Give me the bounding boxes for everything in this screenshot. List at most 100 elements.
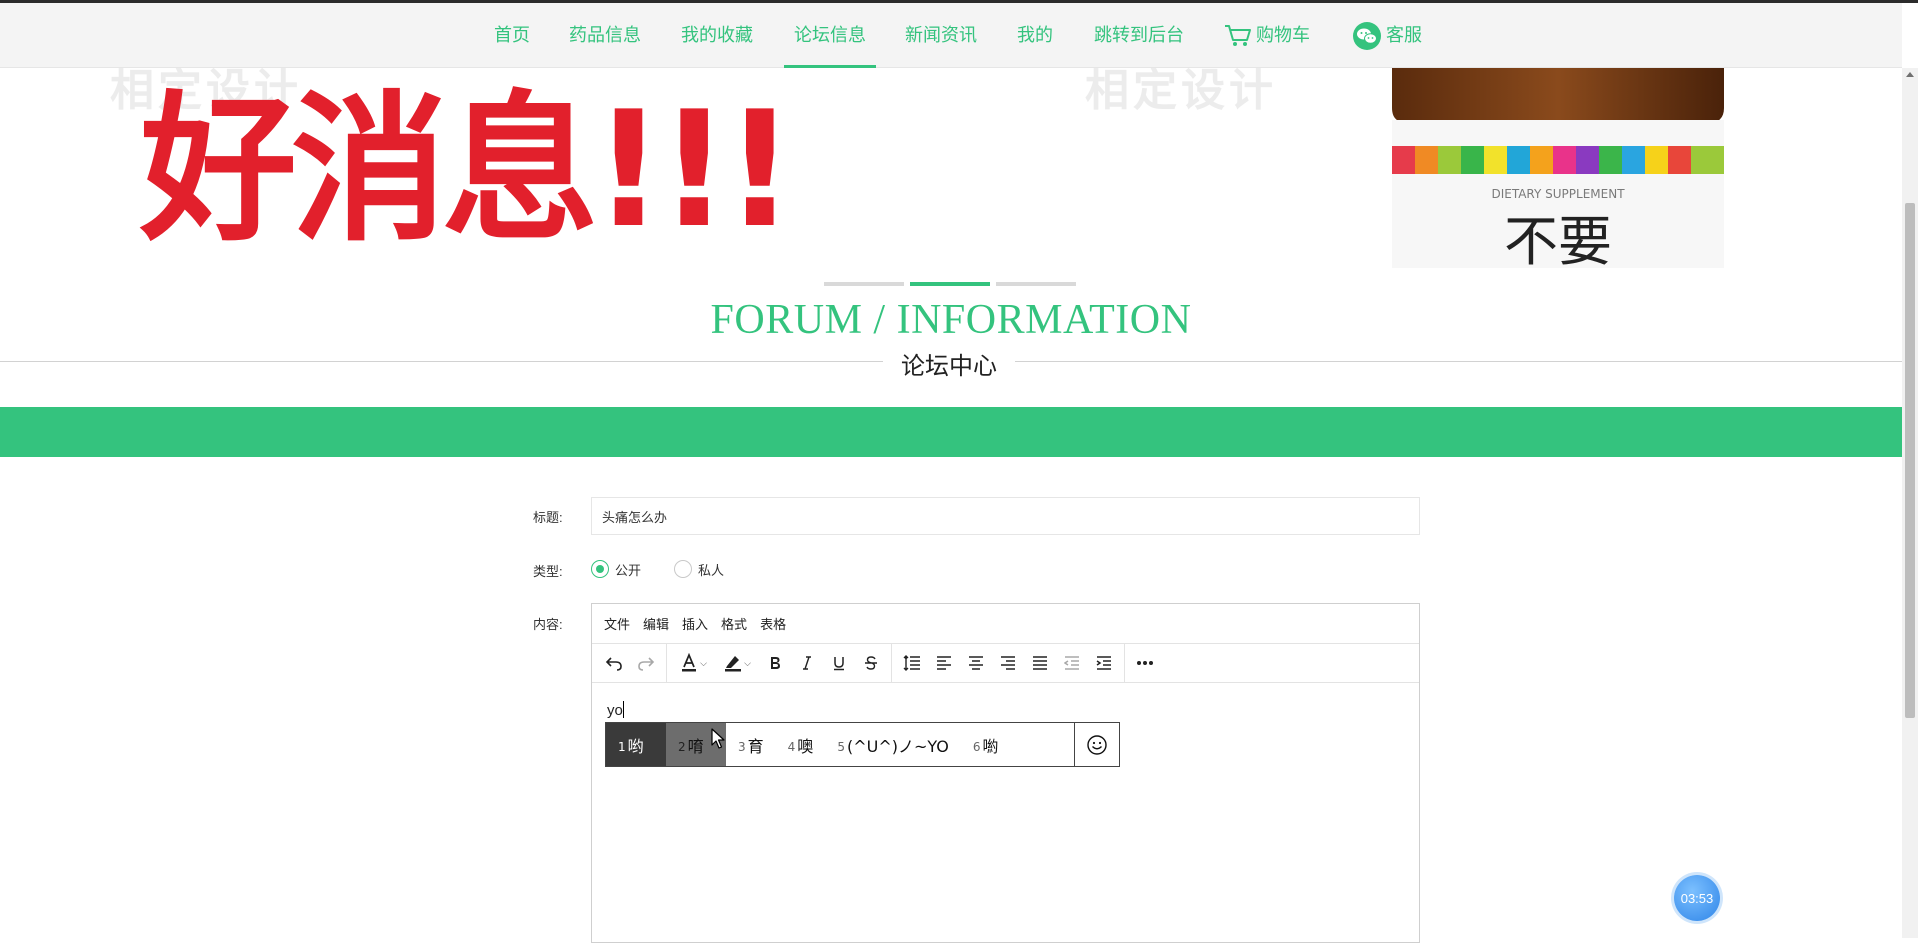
ime-candidate-text: 噢 [797,736,814,756]
ime-candidate-text: 育 [747,736,764,756]
carousel-dot-1[interactable] [824,282,904,286]
align-left-button[interactable] [928,648,960,678]
ime-candidate-3[interactable]: 3育 [726,723,776,766]
outdent-button[interactable] [1056,648,1088,678]
indent-icon [1096,656,1111,670]
ime-candidate-1[interactable]: 1哟 [606,723,666,766]
indent-button[interactable] [1088,648,1120,678]
justify-icon [1033,656,1047,670]
toolbar-separator [666,644,667,682]
ime-candidate-number: 3 [738,739,746,754]
font-color-button[interactable]: ⌵ [671,648,715,678]
title-label: 标题: [533,510,563,525]
banner-carousel[interactable]: 相定设计 相定设计 好消息!!! DIETARY SUPPLEMENT 不要 [0,68,1902,268]
underline-icon [834,657,844,671]
ime-candidate-6[interactable]: 6喲 [961,723,1011,766]
menu-file[interactable]: 文件 [604,614,630,633]
nav-medicine-info[interactable]: 药品信息 [569,3,641,68]
ime-candidate-text: (^U^)ノ~YO [846,736,949,756]
align-right-icon [1001,656,1015,670]
carousel-dot-3[interactable] [996,282,1076,286]
more-icon [1137,661,1153,665]
supplement-bottle-image: DIETARY SUPPLEMENT 不要 [1392,68,1724,268]
title-input[interactable] [591,497,1420,535]
wechat-icon [1353,22,1381,51]
section-title-cn: 论坛中心 [883,346,1015,381]
chevron-down-icon: ⌵ [700,657,707,668]
menu-insert[interactable]: 插入 [682,614,708,633]
nav-news[interactable]: 新闻资讯 [905,3,977,68]
editor-toolbar: ⌵ ⌵ [592,644,1419,683]
ime-candidate-number: 2 [678,739,686,754]
carousel-dot-2[interactable] [910,282,990,286]
page-scrollbar[interactable] [1902,68,1918,938]
radio-unchecked-icon[interactable] [674,560,692,578]
type-radio-private-label: 私人 [698,562,725,578]
nav-mine[interactable]: 我的 [1017,3,1053,68]
highlight-icon [725,656,742,672]
nav-goto-admin[interactable]: 跳转到后台 [1094,3,1184,68]
nav-cart-label: 购物车 [1256,25,1310,45]
text-caret [622,701,624,718]
type-radio-private[interactable]: 私人 [674,558,724,580]
strikethrough-icon [865,656,877,670]
line-height-button[interactable] [896,648,928,678]
italic-button[interactable] [791,648,823,678]
toolbar-separator [1124,644,1125,682]
timer-badge[interactable]: 03:53 [1674,875,1720,921]
type-label: 类型: [533,564,563,579]
ime-emoji-button[interactable] [1074,723,1119,766]
font-color-icon [682,653,697,672]
underline-button[interactable] [823,648,855,678]
editor-typed-text: yo [607,702,623,719]
ime-candidate-number: 4 [787,739,796,754]
nav-cart[interactable]: 购物车 [1224,3,1310,68]
banner-headline: 好消息!!! [140,76,796,263]
bold-button[interactable] [759,648,791,678]
content-label: 内容: [533,617,563,632]
undo-icon [605,657,622,671]
ime-candidate-5[interactable]: 5 (^U^)ノ~YO [825,723,961,766]
rich-text-editor: 文件 编辑 插入 格式 表格 ⌵ ⌵ yo [591,603,1420,943]
menu-table[interactable]: 表格 [760,614,786,633]
type-radio-public-label: 公开 [615,562,642,578]
nav-home[interactable]: 首页 [494,3,530,68]
ime-candidate-number: 5 [837,739,845,754]
more-button[interactable] [1129,648,1161,678]
align-left-icon [937,656,951,670]
menu-format[interactable]: 格式 [721,614,747,633]
align-right-button[interactable] [992,648,1024,678]
ime-candidate-number: 1 [618,739,626,754]
justify-button[interactable] [1024,648,1056,678]
type-radio-public[interactable]: 公开 [591,558,641,580]
strikethrough-button[interactable] [855,648,887,678]
ime-candidate-number: 6 [972,739,981,754]
ime-candidate-text: 哟 [627,736,644,756]
redo-icon [638,657,655,671]
section-title-en: FORUM / INFORMATION [710,297,1192,343]
nav-forum-info[interactable]: 论坛信息 [784,3,876,68]
toolbar-separator [891,644,892,682]
undo-button[interactable] [598,648,630,678]
smiley-icon [1087,734,1107,755]
bottle-label-big: 不要 [1504,210,1612,268]
bold-icon [771,657,780,669]
nav-my-favorites[interactable]: 我的收藏 [681,3,753,68]
ime-candidate-bar: 1哟 2唷 3育 4噢 5 (^U^)ノ~YO 6喲 [605,722,1120,767]
ime-candidate-text: 喲 [982,736,999,756]
cart-icon [1225,25,1251,47]
nav-customer-service[interactable]: 客服 [1352,3,1422,68]
menu-edit[interactable]: 编辑 [643,614,669,633]
scroll-up-arrow-icon[interactable] [1906,72,1914,77]
ime-candidate-4[interactable]: 4噢 [776,723,826,766]
radio-checked-icon[interactable] [591,560,609,578]
banner-watermark-right: 相定设计 [1085,68,1277,116]
align-center-button[interactable] [960,648,992,678]
chevron-down-icon: ⌵ [744,657,751,668]
scrollbar-thumb[interactable] [1905,203,1915,718]
bottle-label-small: DIETARY SUPPLEMENT [1491,187,1625,201]
line-height-icon [903,655,920,671]
align-center-icon [969,656,983,670]
redo-button[interactable] [630,648,662,678]
highlight-button[interactable]: ⌵ [715,648,759,678]
